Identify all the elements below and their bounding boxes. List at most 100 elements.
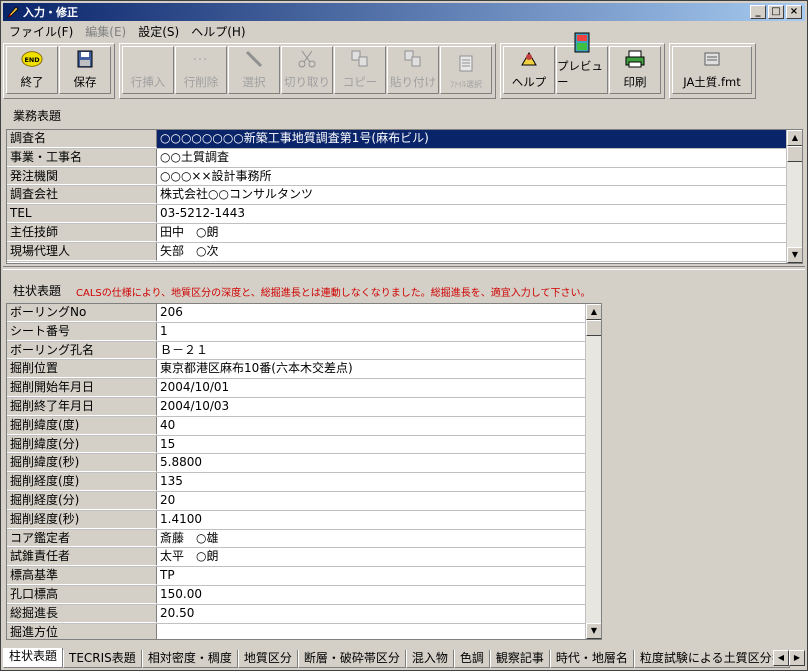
- sheet-tab[interactable]: 時代・地層名: [549, 650, 634, 668]
- sheet-tab[interactable]: 粒度試験による土質区分名: [633, 650, 790, 668]
- row-value-cell[interactable]: 135: [157, 473, 601, 491]
- row-label: 調査名: [7, 130, 157, 148]
- row-value-cell[interactable]: 20: [157, 492, 601, 510]
- tab-next-button[interactable]: ▶: [789, 650, 805, 666]
- column-section-label: 柱状表題: [13, 284, 62, 298]
- row-value-cell[interactable]: ○○○○○○○○新築工事地質調査第1号(麻布ビル): [157, 130, 802, 148]
- row-value-cell[interactable]: 20.50: [157, 605, 601, 623]
- pane-divider[interactable]: [3, 266, 805, 270]
- delete-row-button[interactable]: 行削除: [175, 46, 227, 94]
- grid-row[interactable]: 発注機関 ○○○××設計事務所: [7, 167, 802, 187]
- grid-row[interactable]: 掘進方位: [7, 623, 601, 639]
- sheet-tab[interactable]: 観察記事: [489, 650, 550, 668]
- row-value-cell[interactable]: 1: [157, 323, 601, 341]
- end-button[interactable]: END 終了: [6, 46, 58, 94]
- business-scrollbar[interactable]: ▲ ▼: [786, 130, 802, 263]
- format-file-icon: [701, 48, 723, 70]
- menu-settings[interactable]: 設定(S): [132, 23, 185, 40]
- sheet-tab[interactable]: 色調: [453, 650, 490, 668]
- grid-row[interactable]: 総掘進長 20.50: [7, 604, 601, 624]
- row-value-cell[interactable]: 40: [157, 417, 601, 435]
- row-value-cell[interactable]: 15: [157, 436, 601, 454]
- sheet-tab[interactable]: TECRIS表題: [63, 650, 142, 668]
- row-value-cell[interactable]: 太平 ○朗: [157, 548, 601, 566]
- row-value-cell[interactable]: ○○○××設計事務所: [157, 168, 802, 186]
- grid-row[interactable]: ボーリングNo 206: [7, 304, 601, 323]
- grid-row[interactable]: 標高基準 TP: [7, 567, 601, 586]
- paste-button[interactable]: 貼り付け: [387, 46, 439, 94]
- grid-row[interactable]: 現場代理人 矢部 ○次: [7, 242, 802, 262]
- row-value-cell[interactable]: 150.00: [157, 586, 601, 604]
- save-button[interactable]: 保存: [59, 46, 111, 94]
- grid-row[interactable]: 掘削経度(度) 135: [7, 473, 601, 492]
- grid-row[interactable]: TEL 03-5212-1443: [7, 205, 802, 224]
- grid-row[interactable]: 掘削緯度(分) 15: [7, 435, 601, 455]
- row-value-cell[interactable]: TP: [157, 567, 601, 585]
- grid-row[interactable]: 調査会社 株式会社○○コンサルタンツ: [7, 186, 802, 206]
- close-button[interactable]: ×: [786, 5, 802, 19]
- tab-prev-button[interactable]: ◀: [773, 650, 789, 666]
- grid-row[interactable]: 孔口標高 150.00: [7, 585, 601, 605]
- preview-button[interactable]: プレビュー: [556, 32, 608, 94]
- sheet-tab[interactable]: 地質区分: [237, 650, 298, 668]
- grid-row[interactable]: 掘削緯度(度) 40: [7, 416, 601, 436]
- scroll-down-button[interactable]: ▼: [586, 623, 601, 639]
- row-value-cell[interactable]: 斎藤 ○雄: [157, 530, 601, 548]
- print-button[interactable]: 印刷: [609, 46, 661, 94]
- format-file-button[interactable]: JA土質.fmt: [672, 46, 752, 94]
- grid-row[interactable]: 掘削終了年月日 2004/10/03: [7, 397, 601, 417]
- grid-row[interactable]: 試錐責任者 太平 ○朗: [7, 548, 601, 568]
- select-button[interactable]: 選択: [228, 46, 280, 94]
- maximize-button[interactable]: □: [768, 5, 784, 19]
- row-value-cell[interactable]: 1.4100: [157, 511, 601, 529]
- row-value-cell[interactable]: 2004/10/03: [157, 398, 601, 416]
- row-value-cell[interactable]: 206: [157, 304, 601, 322]
- minimize-button[interactable]: _: [750, 5, 766, 19]
- grid-row[interactable]: 事業・工事名 ○○土質調査: [7, 148, 802, 168]
- sheet-tab[interactable]: 断層・破砕帯区分: [297, 650, 406, 668]
- row-value-cell[interactable]: 株式会社○○コンサルタンツ: [157, 186, 802, 204]
- scroll-down-button[interactable]: ▼: [787, 247, 802, 263]
- row-value-cell[interactable]: 03-5212-1443: [157, 205, 802, 223]
- grid-row[interactable]: コア鑑定者 斎藤 ○雄: [7, 529, 601, 549]
- grid-row[interactable]: 掘削緯度(秒) 5.8800: [7, 454, 601, 474]
- grid-row[interactable]: 掘削経度(秒) 1.4100: [7, 510, 601, 530]
- row-value-cell[interactable]: [157, 624, 601, 639]
- row-label: 掘削終了年月日: [7, 397, 157, 416]
- cut-button[interactable]: 切り取り: [281, 46, 333, 94]
- row-value-cell[interactable]: 5.8800: [157, 454, 601, 472]
- scroll-up-button[interactable]: ▲: [586, 304, 601, 320]
- printer-icon: [624, 48, 646, 70]
- grid-row[interactable]: 掘削位置 東京都港区麻布10番(六本木交差点): [7, 360, 601, 380]
- insert-row-button[interactable]: 行挿入: [122, 46, 174, 94]
- grid-row[interactable]: シート番号 1: [7, 322, 601, 342]
- paste-label: 貼り付け: [390, 75, 436, 89]
- grid-row[interactable]: 主任技師 田中 ○朗: [7, 223, 802, 243]
- scroll-up-button[interactable]: ▲: [787, 130, 802, 146]
- row-value-cell[interactable]: Ｂ－２１: [157, 342, 601, 360]
- row-value-cell[interactable]: 矢部 ○次: [157, 243, 802, 261]
- row-value-cell[interactable]: ○○土質調査: [157, 149, 802, 167]
- row-value-cell[interactable]: 2004/10/01: [157, 379, 601, 397]
- menu-edit[interactable]: 編集(E): [79, 23, 132, 40]
- scroll-thumb[interactable]: [787, 146, 802, 162]
- column-scrollbar[interactable]: ▲ ▼: [585, 304, 601, 639]
- tab-navigation: ◀ ▶: [773, 650, 805, 666]
- grid-row[interactable]: 掘削開始年月日 2004/10/01: [7, 379, 601, 398]
- help-button[interactable]: ヘルプ: [503, 46, 555, 94]
- sheet-tab[interactable]: 柱状表題: [3, 648, 64, 668]
- file-select-button[interactable]: ﾌｧｲﾙ選択: [440, 46, 492, 94]
- scroll-thumb[interactable]: [586, 320, 601, 336]
- window-title: 入力・修正: [23, 6, 78, 19]
- grid-row[interactable]: 調査名 ○○○○○○○○新築工事地質調査第1号(麻布ビル): [7, 130, 802, 149]
- copy-button[interactable]: コピー: [334, 46, 386, 94]
- menu-file[interactable]: ファイル(F): [3, 23, 79, 40]
- sheet-tab[interactable]: 混入物: [405, 650, 454, 668]
- row-value-cell[interactable]: 東京都港区麻布10番(六本木交差点): [157, 360, 601, 378]
- menu-help[interactable]: ヘルプ(H): [185, 23, 251, 40]
- row-value-cell[interactable]: 田中 ○朗: [157, 224, 802, 242]
- sheet-tab[interactable]: 相対密度・稠度: [141, 650, 238, 668]
- grid-row[interactable]: 掘削経度(分) 20: [7, 491, 601, 511]
- row-label: 事業・工事名: [7, 148, 157, 167]
- grid-row[interactable]: ボーリング孔名 Ｂ－２１: [7, 341, 601, 361]
